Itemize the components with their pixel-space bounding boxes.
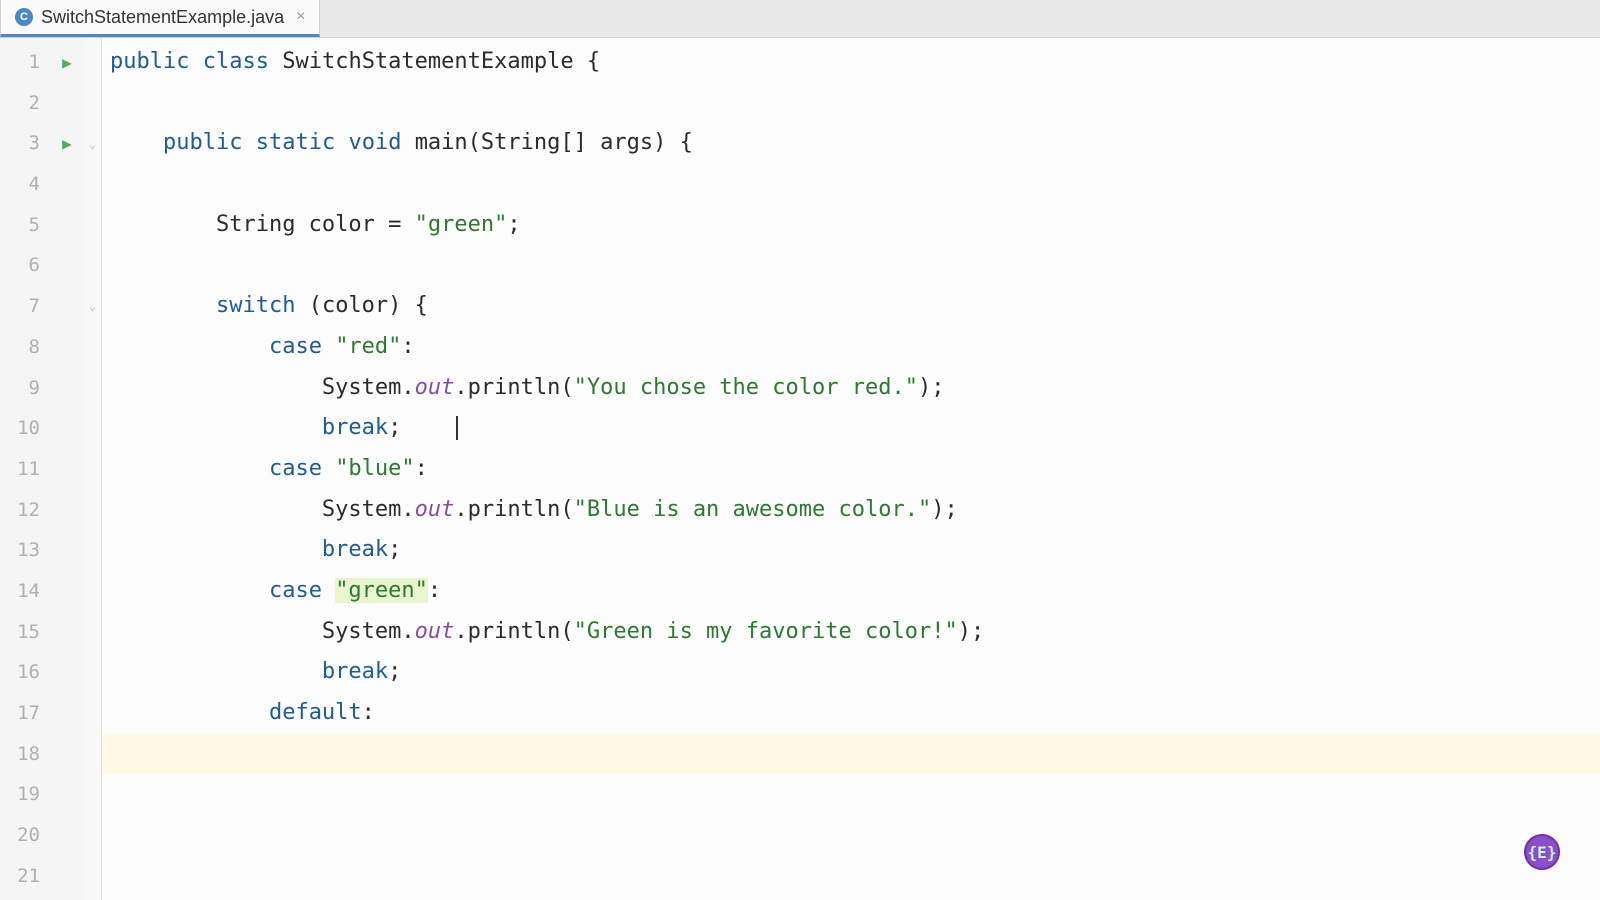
code-line[interactable]: break; xyxy=(102,408,1600,449)
line-number-gutter: 1 2 3 4 5 6 7 8 9 10 11 12 13 14 15 16 1… xyxy=(0,38,50,900)
line-number[interactable]: 20 xyxy=(0,815,50,856)
tab-bar: C SwitchStatementExample.java × xyxy=(0,0,1600,38)
code-line[interactable]: break; xyxy=(102,530,1600,571)
code-line[interactable]: public static void main(String[] args) { xyxy=(102,123,1600,164)
line-number[interactable]: 21 xyxy=(0,856,50,897)
line-number[interactable]: 5 xyxy=(0,205,50,246)
line-number[interactable]: 15 xyxy=(0,612,50,653)
line-number[interactable]: 16 xyxy=(0,652,50,693)
line-number[interactable]: 2 xyxy=(0,83,50,124)
line-number[interactable]: 3 xyxy=(0,123,50,164)
code-line[interactable]: case "green": xyxy=(102,571,1600,612)
line-number[interactable]: 13 xyxy=(0,530,50,571)
code-line[interactable]: case "red": xyxy=(102,327,1600,368)
run-class-icon[interactable]: ▶ xyxy=(62,53,72,72)
brand-watermark-icon: {E} xyxy=(1524,834,1560,870)
line-number[interactable]: 4 xyxy=(0,164,50,205)
code-line[interactable] xyxy=(102,83,1600,124)
line-number[interactable]: 6 xyxy=(0,245,50,286)
run-gutter: ▶ ▶ xyxy=(50,38,84,900)
code-line[interactable] xyxy=(102,245,1600,286)
fold-icon[interactable]: ⌄ xyxy=(89,299,96,313)
line-number[interactable]: 9 xyxy=(0,368,50,409)
code-line[interactable]: default: xyxy=(102,693,1600,734)
line-number[interactable]: 12 xyxy=(0,490,50,531)
fold-gutter: ⌄ ⌄ xyxy=(84,38,102,900)
line-number[interactable]: 19 xyxy=(0,774,50,815)
close-icon[interactable]: × xyxy=(296,8,305,26)
code-line[interactable]: public class SwitchStatementExample { xyxy=(102,42,1600,83)
java-class-icon: C xyxy=(15,8,33,26)
line-number[interactable]: 7 xyxy=(0,286,50,327)
tab-filename: SwitchStatementExample.java xyxy=(41,7,284,28)
line-number[interactable]: 8 xyxy=(0,327,50,368)
file-tab[interactable]: C SwitchStatementExample.java × xyxy=(0,0,320,37)
code-line-current[interactable] xyxy=(102,734,1600,775)
editor-area: 1 2 3 4 5 6 7 8 9 10 11 12 13 14 15 16 1… xyxy=(0,38,1600,900)
line-number[interactable]: 10 xyxy=(0,408,50,449)
code-line[interactable]: case "blue": xyxy=(102,449,1600,490)
code-line[interactable] xyxy=(102,856,1600,897)
code-editor[interactable]: public class SwitchStatementExample { pu… xyxy=(102,38,1600,900)
line-number[interactable]: 18 xyxy=(0,734,50,775)
run-method-icon[interactable]: ▶ xyxy=(62,134,72,153)
line-number[interactable]: 14 xyxy=(0,571,50,612)
fold-icon[interactable]: ⌄ xyxy=(89,137,96,151)
code-line[interactable]: System.out.println("Green is my favorite… xyxy=(102,612,1600,653)
code-line[interactable]: switch (color) { xyxy=(102,286,1600,327)
code-line[interactable] xyxy=(102,164,1600,205)
line-number[interactable]: 11 xyxy=(0,449,50,490)
code-line[interactable]: String color = "green"; xyxy=(102,205,1600,246)
text-cursor xyxy=(456,416,458,440)
code-line[interactable]: break; xyxy=(102,652,1600,693)
code-line[interactable]: System.out.println("You chose the color … xyxy=(102,368,1600,409)
line-number[interactable]: 1 xyxy=(0,42,50,83)
code-line[interactable] xyxy=(102,774,1600,815)
code-line[interactable] xyxy=(102,815,1600,856)
code-line[interactable]: System.out.println("Blue is an awesome c… xyxy=(102,490,1600,531)
line-number[interactable]: 17 xyxy=(0,693,50,734)
